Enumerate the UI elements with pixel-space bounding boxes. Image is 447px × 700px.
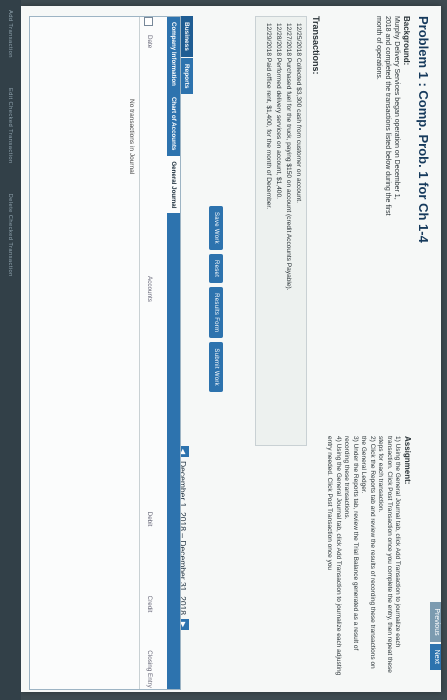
journal-panel: Company Information Chart of Accounts Ge…: [29, 16, 181, 690]
assignment-step: 2) Click the Reports tab and review the …: [360, 436, 377, 669]
main-tabs: Business Reports: [180, 16, 193, 95]
next-button[interactable]: Next: [430, 643, 441, 670]
tab-business[interactable]: Business: [180, 16, 193, 57]
edit-checked-transaction-button[interactable]: Edit Checked Transaction: [8, 88, 14, 164]
transaction-item: 12/25/2018 Collected $3,300 cash from cu…: [295, 23, 302, 203]
transaction-item: 12/27/2018 Purchased fuel for the truck,…: [285, 23, 292, 291]
col-accounts: Accounts: [146, 276, 153, 302]
transactions-list: 12/25/2018 Collected $3,300 cash from cu…: [255, 16, 307, 446]
transaction-item: 12/28/2018 Performed delivery services o…: [275, 23, 282, 199]
transaction-item: 12/29/2018 Paid office rent, $1,400, for…: [265, 23, 272, 210]
save-work-button[interactable]: Save Work: [209, 206, 223, 250]
col-date: Date: [146, 35, 153, 49]
tab-reports[interactable]: Reports: [180, 57, 193, 95]
transactions-heading: Transactions:: [311, 16, 321, 75]
assignment-step: 3) Under the Reports tab, review the Tri…: [343, 436, 360, 651]
tab-chart-of-accounts[interactable]: Chart of Accounts: [167, 92, 180, 155]
assignment-heading: Assignment:: [403, 436, 412, 485]
tab-general-journal[interactable]: General Journal: [167, 156, 180, 214]
action-buttons: Save Work Reset Results Form Submit Work: [209, 206, 223, 392]
journal-footer: Add Transaction Edit Checked Transaction…: [0, 0, 21, 700]
background-section: Background: Murphy Delivery Services beg…: [374, 16, 411, 216]
previous-button[interactable]: Previous: [430, 602, 441, 642]
tab-company-information[interactable]: Company Information: [167, 17, 180, 91]
empty-journal-message: No transactions in Journal: [128, 99, 135, 175]
problem-sheet: Previous Next Problem 1 : Comp. Prob. 1 …: [21, 6, 441, 692]
rotated-stage: Previous Next Problem 1 : Comp. Prob. 1 …: [0, 0, 447, 700]
sub-tabs: Company Information Chart of Accounts Ge…: [167, 17, 180, 689]
col-closing-entry: Closing Entry: [146, 650, 153, 688]
background-text: Murphy Delivery Services began operation…: [375, 16, 400, 216]
submit-work-button[interactable]: Submit Work: [209, 342, 223, 392]
col-credit: Credit: [146, 595, 153, 613]
delete-checked-transaction-button[interactable]: Delete Checked Transaction: [8, 194, 14, 277]
journal-table-header: Date Accounts Debit Credit Closing Entry: [139, 17, 153, 689]
results-form-button[interactable]: Results Form: [209, 287, 223, 339]
background-heading: Background:: [402, 16, 411, 66]
assignment-step: 4) Using the General Journal tab, click …: [326, 436, 343, 676]
top-nav: Previous Next: [430, 602, 441, 670]
select-all-checkbox[interactable]: [142, 17, 153, 31]
col-debit: Debit: [146, 511, 153, 527]
page-title: Problem 1 : Comp. Prob. 1 for Ch 1-4: [416, 16, 431, 243]
add-transaction-button[interactable]: Add Transaction: [8, 10, 14, 58]
assignment-section: Assignment: 1) Using the General Journal…: [325, 436, 413, 676]
assignment-step: 1) Using the General Journal tab, click …: [377, 436, 402, 673]
reset-button[interactable]: Reset: [209, 253, 223, 284]
